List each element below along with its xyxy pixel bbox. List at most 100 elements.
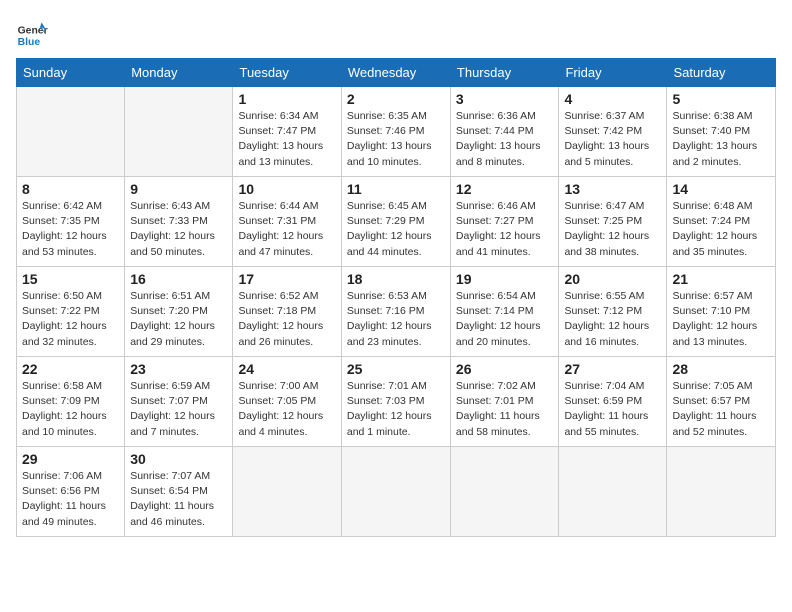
day-info: Sunrise: 6:59 AMSunset: 7:07 PMDaylight:… — [130, 379, 227, 440]
calendar-week-row: 22 Sunrise: 6:58 AMSunset: 7:09 PMDaylig… — [17, 357, 776, 447]
day-cell: 15 Sunrise: 6:50 AMSunset: 7:22 PMDaylig… — [17, 267, 125, 357]
day-info: Sunrise: 6:36 AMSunset: 7:44 PMDaylight:… — [456, 109, 554, 170]
day-cell: 12 Sunrise: 6:46 AMSunset: 7:27 PMDaylig… — [450, 177, 559, 267]
day-number: 13 — [564, 181, 661, 197]
day-cell: 16 Sunrise: 6:51 AMSunset: 7:20 PMDaylig… — [125, 267, 233, 357]
day-cell: 10 Sunrise: 6:44 AMSunset: 7:31 PMDaylig… — [233, 177, 341, 267]
day-info: Sunrise: 6:51 AMSunset: 7:20 PMDaylight:… — [130, 289, 227, 350]
day-info: Sunrise: 6:55 AMSunset: 7:12 PMDaylight:… — [564, 289, 661, 350]
page-header: General Blue — [16, 16, 776, 48]
day-info: Sunrise: 6:54 AMSunset: 7:14 PMDaylight:… — [456, 289, 554, 350]
calendar-header-row: SundayMondayTuesdayWednesdayThursdayFrid… — [17, 59, 776, 87]
day-number: 18 — [347, 271, 445, 287]
day-number: 11 — [347, 181, 445, 197]
day-number: 2 — [347, 91, 445, 107]
day-cell: 26 Sunrise: 7:02 AMSunset: 7:01 PMDaylig… — [450, 357, 559, 447]
day-number: 17 — [238, 271, 335, 287]
day-number: 16 — [130, 271, 227, 287]
day-info: Sunrise: 6:38 AMSunset: 7:40 PMDaylight:… — [672, 109, 770, 170]
day-cell: 28 Sunrise: 7:05 AMSunset: 6:57 PMDaylig… — [667, 357, 776, 447]
day-number: 30 — [130, 451, 227, 467]
day-info: Sunrise: 6:37 AMSunset: 7:42 PMDaylight:… — [564, 109, 661, 170]
day-number: 21 — [672, 271, 770, 287]
day-number: 24 — [238, 361, 335, 377]
day-cell: 18 Sunrise: 6:53 AMSunset: 7:16 PMDaylig… — [341, 267, 450, 357]
day-cell: 27 Sunrise: 7:04 AMSunset: 6:59 PMDaylig… — [559, 357, 667, 447]
day-info: Sunrise: 6:57 AMSunset: 7:10 PMDaylight:… — [672, 289, 770, 350]
day-number: 12 — [456, 181, 554, 197]
day-info: Sunrise: 6:58 AMSunset: 7:09 PMDaylight:… — [22, 379, 119, 440]
day-number: 20 — [564, 271, 661, 287]
logo-icon: General Blue — [16, 16, 48, 48]
weekday-header: Wednesday — [341, 59, 450, 87]
day-cell: 9 Sunrise: 6:43 AMSunset: 7:33 PMDayligh… — [125, 177, 233, 267]
day-cell: 17 Sunrise: 6:52 AMSunset: 7:18 PMDaylig… — [233, 267, 341, 357]
calendar-week-row: 8 Sunrise: 6:42 AMSunset: 7:35 PMDayligh… — [17, 177, 776, 267]
weekday-header: Friday — [559, 59, 667, 87]
day-number: 28 — [672, 361, 770, 377]
weekday-header: Sunday — [17, 59, 125, 87]
calendar-table: SundayMondayTuesdayWednesdayThursdayFrid… — [16, 58, 776, 537]
day-info: Sunrise: 7:01 AMSunset: 7:03 PMDaylight:… — [347, 379, 445, 440]
empty-cell — [559, 447, 667, 537]
day-info: Sunrise: 6:52 AMSunset: 7:18 PMDaylight:… — [238, 289, 335, 350]
day-cell: 4 Sunrise: 6:37 AMSunset: 7:42 PMDayligh… — [559, 87, 667, 177]
day-info: Sunrise: 7:05 AMSunset: 6:57 PMDaylight:… — [672, 379, 770, 440]
day-cell: 25 Sunrise: 7:01 AMSunset: 7:03 PMDaylig… — [341, 357, 450, 447]
day-cell: 30 Sunrise: 7:07 AMSunset: 6:54 PMDaylig… — [125, 447, 233, 537]
day-number: 29 — [22, 451, 119, 467]
day-number: 5 — [672, 91, 770, 107]
day-info: Sunrise: 7:02 AMSunset: 7:01 PMDaylight:… — [456, 379, 554, 440]
day-number: 27 — [564, 361, 661, 377]
day-number: 1 — [238, 91, 335, 107]
calendar-week-row: 1 Sunrise: 6:34 AMSunset: 7:47 PMDayligh… — [17, 87, 776, 177]
day-number: 22 — [22, 361, 119, 377]
empty-cell — [17, 87, 125, 177]
day-number: 3 — [456, 91, 554, 107]
day-info: Sunrise: 6:46 AMSunset: 7:27 PMDaylight:… — [456, 199, 554, 260]
day-info: Sunrise: 7:06 AMSunset: 6:56 PMDaylight:… — [22, 469, 119, 530]
day-info: Sunrise: 6:44 AMSunset: 7:31 PMDaylight:… — [238, 199, 335, 260]
day-cell: 3 Sunrise: 6:36 AMSunset: 7:44 PMDayligh… — [450, 87, 559, 177]
day-cell: 5 Sunrise: 6:38 AMSunset: 7:40 PMDayligh… — [667, 87, 776, 177]
day-cell: 29 Sunrise: 7:06 AMSunset: 6:56 PMDaylig… — [17, 447, 125, 537]
day-info: Sunrise: 6:42 AMSunset: 7:35 PMDaylight:… — [22, 199, 119, 260]
day-cell: 24 Sunrise: 7:00 AMSunset: 7:05 PMDaylig… — [233, 357, 341, 447]
day-cell: 11 Sunrise: 6:45 AMSunset: 7:29 PMDaylig… — [341, 177, 450, 267]
day-number: 14 — [672, 181, 770, 197]
day-cell: 21 Sunrise: 6:57 AMSunset: 7:10 PMDaylig… — [667, 267, 776, 357]
day-number: 9 — [130, 181, 227, 197]
day-number: 8 — [22, 181, 119, 197]
day-cell: 2 Sunrise: 6:35 AMSunset: 7:46 PMDayligh… — [341, 87, 450, 177]
calendar-week-row: 15 Sunrise: 6:50 AMSunset: 7:22 PMDaylig… — [17, 267, 776, 357]
empty-cell — [667, 447, 776, 537]
weekday-header: Saturday — [667, 59, 776, 87]
day-info: Sunrise: 7:04 AMSunset: 6:59 PMDaylight:… — [564, 379, 661, 440]
day-info: Sunrise: 7:07 AMSunset: 6:54 PMDaylight:… — [130, 469, 227, 530]
day-info: Sunrise: 6:53 AMSunset: 7:16 PMDaylight:… — [347, 289, 445, 350]
day-cell: 20 Sunrise: 6:55 AMSunset: 7:12 PMDaylig… — [559, 267, 667, 357]
day-info: Sunrise: 6:34 AMSunset: 7:47 PMDaylight:… — [238, 109, 335, 170]
empty-cell — [450, 447, 559, 537]
day-info: Sunrise: 6:48 AMSunset: 7:24 PMDaylight:… — [672, 199, 770, 260]
day-number: 15 — [22, 271, 119, 287]
day-number: 19 — [456, 271, 554, 287]
weekday-header: Thursday — [450, 59, 559, 87]
day-info: Sunrise: 6:43 AMSunset: 7:33 PMDaylight:… — [130, 199, 227, 260]
svg-text:Blue: Blue — [18, 37, 41, 48]
day-number: 23 — [130, 361, 227, 377]
day-number: 25 — [347, 361, 445, 377]
day-number: 10 — [238, 181, 335, 197]
day-info: Sunrise: 6:47 AMSunset: 7:25 PMDaylight:… — [564, 199, 661, 260]
calendar-week-row: 29 Sunrise: 7:06 AMSunset: 6:56 PMDaylig… — [17, 447, 776, 537]
day-cell: 22 Sunrise: 6:58 AMSunset: 7:09 PMDaylig… — [17, 357, 125, 447]
day-info: Sunrise: 7:00 AMSunset: 7:05 PMDaylight:… — [238, 379, 335, 440]
day-cell: 19 Sunrise: 6:54 AMSunset: 7:14 PMDaylig… — [450, 267, 559, 357]
day-cell: 8 Sunrise: 6:42 AMSunset: 7:35 PMDayligh… — [17, 177, 125, 267]
day-cell: 13 Sunrise: 6:47 AMSunset: 7:25 PMDaylig… — [559, 177, 667, 267]
day-number: 26 — [456, 361, 554, 377]
weekday-header: Monday — [125, 59, 233, 87]
weekday-header: Tuesday — [233, 59, 341, 87]
logo: General Blue — [16, 16, 48, 48]
day-cell: 1 Sunrise: 6:34 AMSunset: 7:47 PMDayligh… — [233, 87, 341, 177]
